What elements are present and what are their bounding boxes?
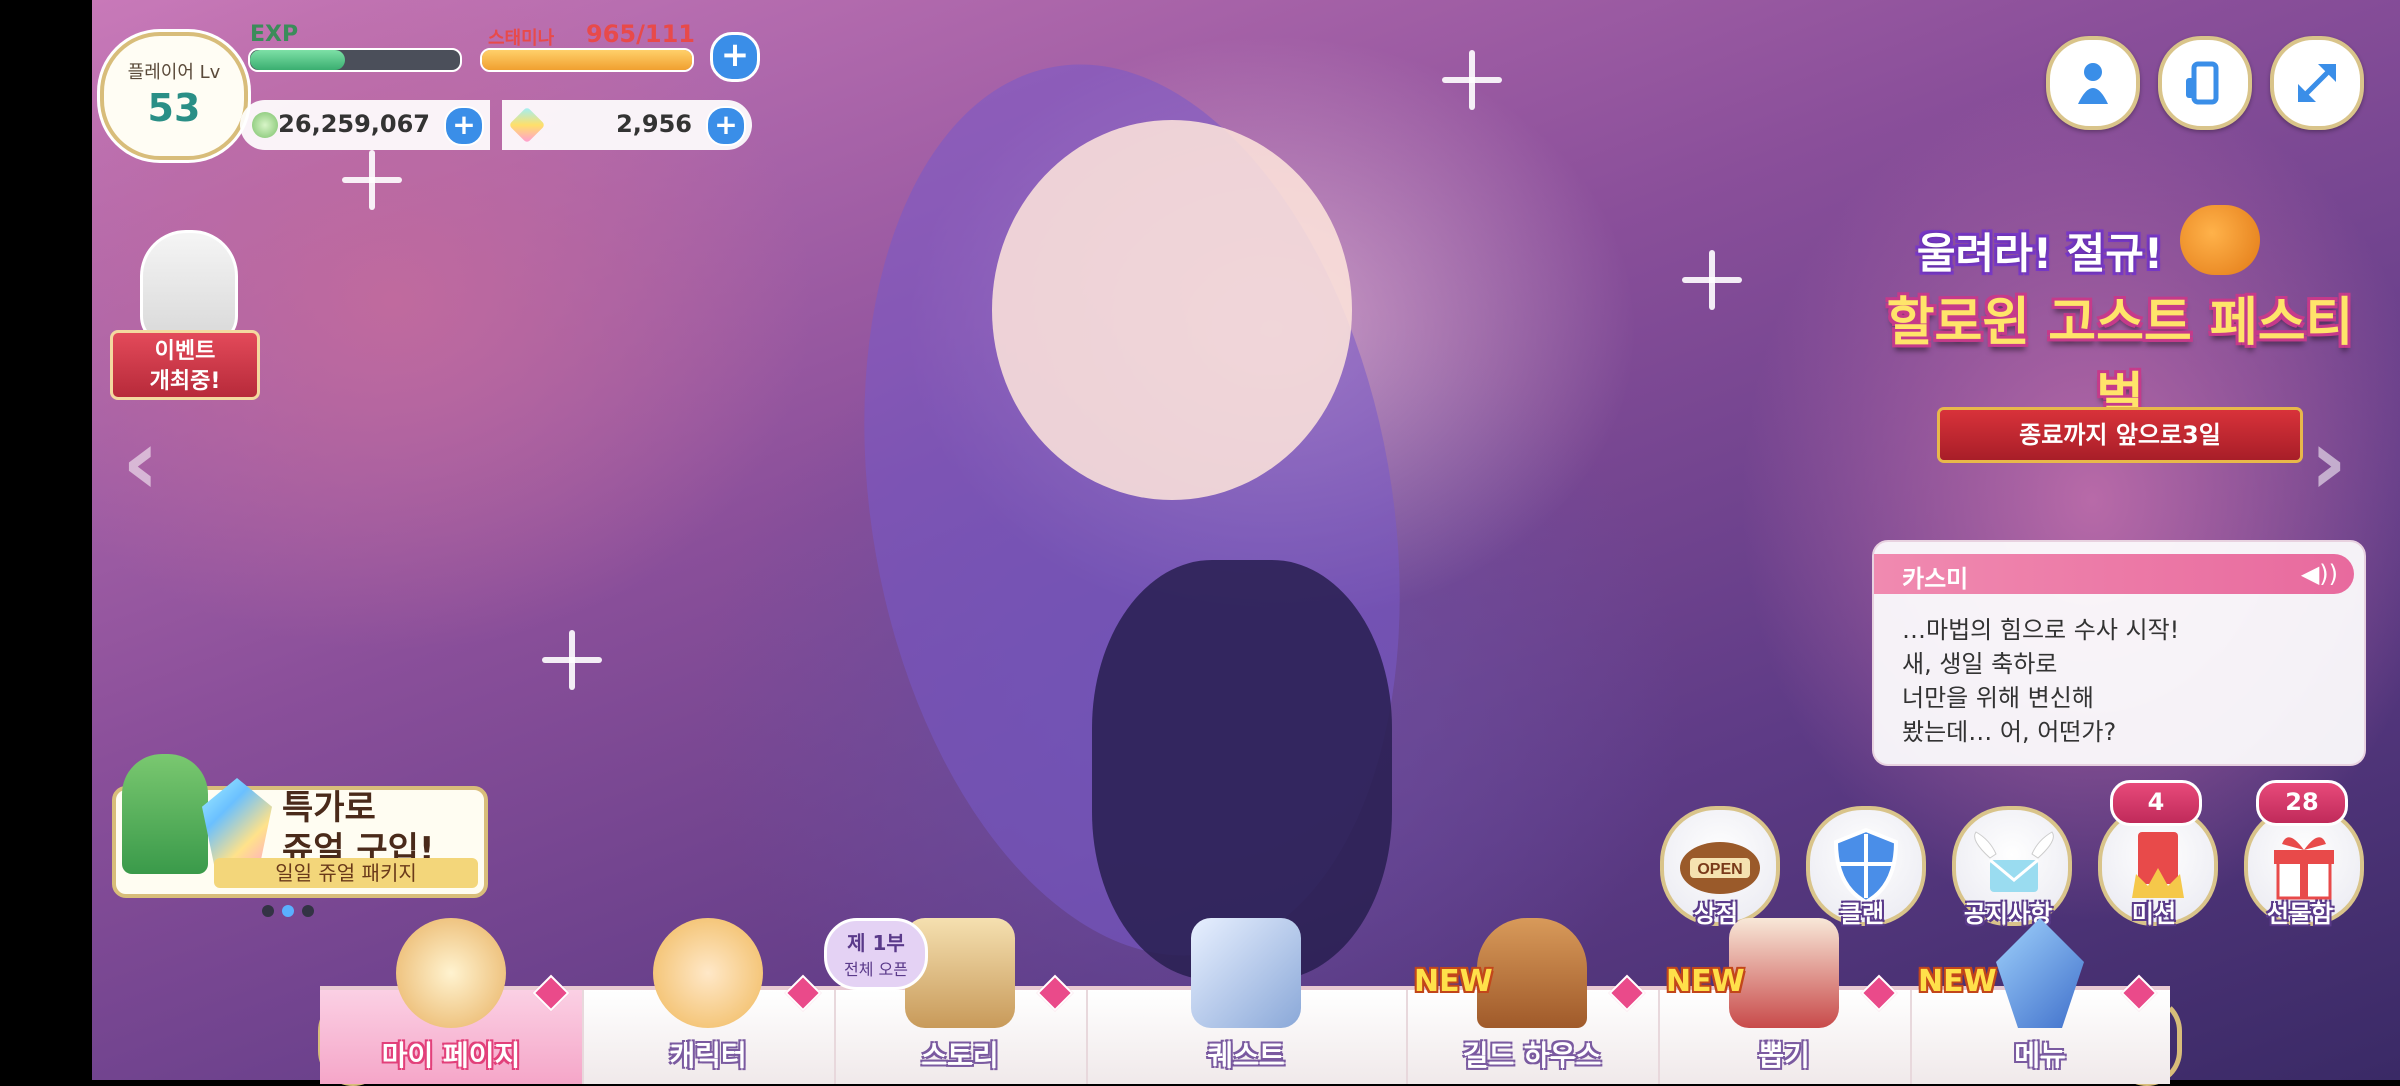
speech-line: 새, 생일 축하로 (1902, 650, 2058, 678)
page-dot (262, 905, 274, 917)
event-banner-countdown: 종료까지 앞으로3일 (1940, 410, 2300, 460)
nav-label: 길드 하우스 (1462, 1039, 1602, 1072)
stamina-add-button[interactable]: + (710, 32, 760, 82)
nav-item-story[interactable]: 제 1부 전체 오픈 스토리 (824, 918, 1088, 1084)
story-bubble-line2: 전체 오픈 (844, 960, 908, 979)
nav-item-quest[interactable]: 퀘스트 (1086, 918, 1408, 1084)
page-dot (302, 905, 314, 917)
promo-character-icon (122, 754, 208, 874)
jewel-promo-banner[interactable]: 특가로 쥬얼 구입! 일일 쥬얼 패키지 (112, 754, 488, 898)
character-icon (653, 918, 763, 1028)
character-dress-shape (1092, 560, 1392, 980)
speaker-name: 카스미 (1902, 565, 1969, 593)
promo-subtitle: 일일 쥬얼 패키지 (214, 858, 478, 888)
bottom-navigation: 마이 페이지 캐릭터 제 1부 전체 오픈 스토리 퀘스트 NEW 길드 하우스… (320, 918, 2170, 1084)
nav-label: 마이 페이지 (381, 1039, 521, 1072)
nav-label: 뽑기 (1758, 1039, 1810, 1072)
event-banner-title2: 할로윈 고스트 페스티벌 (1886, 293, 2354, 428)
exp-label: EXP (250, 22, 299, 47)
nav-item-menu[interactable]: NEW 메뉴 (1910, 918, 2170, 1084)
player-level-label: 플레이어 Lv (127, 62, 221, 83)
exp-bar (248, 48, 462, 72)
player-level-value: 53 (147, 86, 201, 130)
nav-item-gacha[interactable]: NEW 뽑기 (1658, 918, 1912, 1084)
chevron-left-icon[interactable]: ‹ (122, 410, 159, 515)
promo-page-dots (262, 902, 322, 921)
mana-icon (252, 112, 278, 138)
stamina-bar-fill (482, 50, 692, 70)
nav-item-guild-house[interactable]: NEW 길드 하우스 (1406, 918, 1660, 1084)
jewel-value: 2,956 (616, 110, 692, 138)
new-badge: NEW (1666, 964, 1745, 999)
speech-line: 너만을 위해 변신해 (1902, 684, 2094, 712)
nav-label: 캐릭터 (669, 1039, 747, 1072)
story-part1-bubble: 제 1부 전체 오픈 (824, 918, 928, 990)
nav-label: 메뉴 (2014, 1039, 2066, 1072)
stamina-label: 스태미나 (488, 28, 555, 49)
jewel-icon (508, 106, 546, 144)
event-notice-button[interactable]: 이벤트 개최중! (110, 230, 260, 400)
story-bubble-line1: 제 1부 (847, 931, 905, 955)
nav-label: 퀘스트 (1207, 1039, 1285, 1072)
jewel-counter: 2,956 + (502, 100, 752, 150)
speaker-sound-icon[interactable]: ◀)) (2301, 560, 2338, 588)
player-stats-panel: EXP 스태미나 965/111 + 26,259,067 + 2,956 + (240, 20, 760, 150)
speech-line: …마법의 힘으로 수사 시작! (1902, 616, 2180, 644)
action-label-gift: 선물함 (2266, 900, 2334, 928)
player-level-badge: 플레이어 Lv 53 (100, 32, 248, 160)
mission-count-badge: 4 (2110, 780, 2202, 826)
letterbox-left (0, 0, 92, 1080)
jewel-add-button[interactable]: + (706, 106, 746, 146)
character-face-shape (992, 120, 1352, 500)
event-tag-line2: 개최중! (149, 369, 221, 394)
nav-item-my-page[interactable]: 마이 페이지 (320, 918, 584, 1084)
action-label-notice: 공지사항 (1963, 900, 2053, 928)
character-speech-box[interactable]: 카스미 ◀)) …마법의 힘으로 수사 시작! 새, 생일 축하로 너만을 위해… (1872, 540, 2366, 766)
stamina-value: 965/111 (586, 20, 695, 48)
device-rotate-icon[interactable] (2158, 36, 2252, 130)
door-icon (1477, 918, 1587, 1028)
mana-value: 26,259,067 (278, 110, 430, 138)
new-badge: NEW (1414, 964, 1493, 999)
svg-text:OPEN: OPEN (1697, 861, 1742, 878)
gacha-machine-icon (1729, 918, 1839, 1028)
event-banner[interactable]: 울려라! 절규! 할로윈 고스트 페스티벌 종료까지 앞으로3일 (1880, 130, 2360, 460)
mana-counter: 26,259,067 + (240, 100, 490, 150)
page-dot-active (282, 905, 294, 917)
event-banner-title1: 울려라! 절규! (1916, 229, 2164, 278)
event-character-icon (140, 230, 238, 346)
action-label-mission: 미션 (2131, 900, 2177, 928)
exp-bar-fill (250, 50, 345, 70)
speech-line: 봤는데… 어, 어떤가? (1902, 718, 2117, 746)
new-badge: NEW (1918, 964, 1997, 999)
nav-label: 스토리 (921, 1039, 999, 1072)
character-silhouette-icon[interactable] (2046, 36, 2140, 130)
nav-item-character[interactable]: 캐릭터 (582, 918, 836, 1084)
stamina-bar (480, 48, 694, 72)
event-tag: 이벤트 개최중! (110, 330, 260, 400)
speech-header: 카스미 ◀)) (1874, 554, 2354, 594)
expand-arrows-icon[interactable] (2270, 36, 2364, 130)
event-tag-line1: 이벤트 (154, 339, 216, 364)
gift-count-badge: 28 (2256, 780, 2348, 826)
sword-flag-icon (1191, 918, 1301, 1028)
mana-add-button[interactable]: + (444, 106, 484, 146)
house-icon (396, 918, 506, 1028)
